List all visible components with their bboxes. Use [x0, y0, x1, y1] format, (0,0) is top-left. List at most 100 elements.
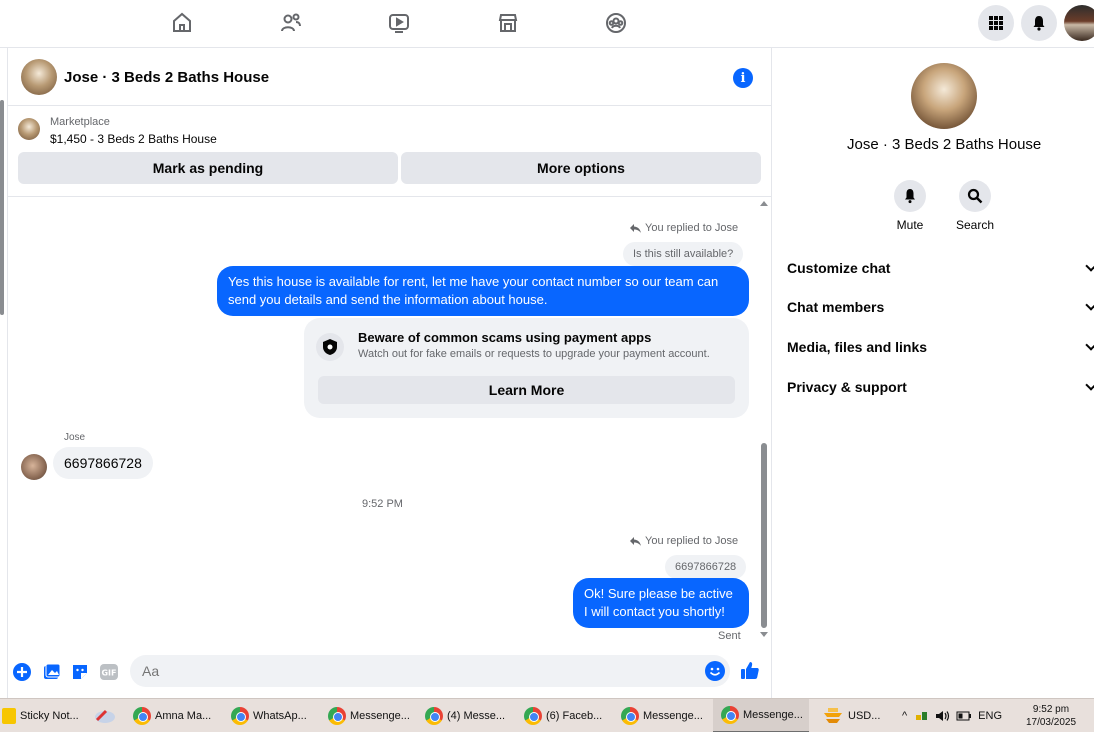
taskbar-item-chrome[interactable]: Amna Ma... [133, 699, 221, 732]
learn-more-button[interactable]: Learn More [318, 376, 735, 404]
groups-icon[interactable] [603, 10, 629, 36]
clock-date: 17/03/2025 [1025, 717, 1077, 728]
chat-info-panel: Jose · 3 Beds 2 Baths House Mute Search … [773, 48, 1094, 698]
listing-price-title[interactable]: $1,450 - 3 Beds 2 Baths House [50, 132, 217, 146]
taskbar-item-chrome[interactable]: (4) Messe... [425, 699, 515, 732]
reply-note: You replied to Jose [630, 222, 738, 234]
marketplace-icon[interactable] [495, 10, 521, 36]
profile-avatar[interactable] [1064, 5, 1094, 41]
left-scrollbar[interactable] [0, 48, 8, 698]
taskbar-item-label: WhatsAp... [253, 710, 307, 722]
battery-icon[interactable] [956, 711, 972, 721]
listing-thumbnail[interactable] [18, 118, 40, 140]
reply-note: You replied to Jose [630, 535, 738, 547]
messenger-window: Jose · 3 Beds 2 Baths House i Marketplac… [0, 0, 1094, 732]
chat-panel: Jose · 3 Beds 2 Baths House i Marketplac… [8, 48, 772, 698]
taskbar-item-chrome[interactable]: WhatsAp... [231, 699, 319, 732]
taskbar-item-sticky-notes[interactable]: Sticky Not... [2, 699, 84, 732]
chevron-down-icon [1085, 339, 1094, 351]
language-indicator[interactable]: ENG [978, 710, 1002, 722]
image-icon[interactable] [42, 662, 62, 682]
chevron-up-icon[interactable]: ^ [902, 710, 907, 722]
section-privacy-support[interactable]: Privacy & support [787, 369, 1094, 405]
chrome-icon [231, 707, 249, 725]
scroll-up-arrow-icon[interactable] [760, 201, 768, 206]
weather-label: USD... [848, 710, 881, 722]
volume-icon[interactable] [935, 710, 951, 722]
section-customize-chat[interactable]: Customize chat [787, 250, 1094, 286]
taskbar-item-label: (4) Messe... [447, 710, 506, 722]
video-icon[interactable] [386, 10, 412, 36]
quoted-message[interactable]: 6697866728 [665, 555, 747, 579]
emoji-icon[interactable] [705, 661, 725, 681]
left-scrollbar-thumb[interactable] [0, 100, 4, 315]
outgoing-message[interactable]: Yes this house is available for rent, le… [217, 266, 749, 316]
mute-label: Mute [896, 218, 924, 232]
message-timestamp: 9:52 PM [362, 498, 403, 510]
taskbar-weather[interactable]: USD... [822, 699, 888, 732]
top-navigation [0, 0, 1094, 48]
outgoing-message[interactable]: Ok! Sure please be active I will contact… [573, 578, 749, 628]
chevron-down-icon [1085, 299, 1094, 311]
friends-icon[interactable] [278, 10, 304, 36]
plus-icon[interactable] [12, 662, 32, 682]
search-icon[interactable] [959, 180, 991, 212]
scam-warning-subtitle: Watch out for fake emails or requests to… [358, 348, 710, 360]
message-scrollbar-thumb[interactable] [761, 443, 767, 628]
paint-app-icon [95, 709, 115, 723]
taskbar-item-label: Messenge... [350, 710, 410, 722]
sticky-notes-icon [2, 708, 16, 724]
outgoing-message-line: I will contact you shortly! [584, 604, 725, 619]
outgoing-message-line: Ok! Sure please be active [584, 586, 733, 601]
section-media-files-links[interactable]: Media, files and links [787, 329, 1094, 365]
taskbar-item-label: Amna Ma... [155, 710, 212, 722]
notifications-bell-icon[interactable] [1021, 5, 1057, 41]
mute-action[interactable]: Mute [886, 180, 934, 232]
marketplace-listing-banner: Marketplace $1,450 - 3 Beds 2 Baths Hous… [8, 107, 772, 197]
section-label: Customize chat [787, 260, 891, 276]
chat-avatar[interactable] [21, 59, 57, 95]
message-composer: GIF [8, 648, 772, 698]
chat-title[interactable]: Jose · 3 Beds 2 Baths House [64, 69, 269, 86]
menu-grid-icon[interactable] [978, 5, 1014, 41]
mark-as-pending-button[interactable]: Mark as pending [18, 152, 398, 184]
network-status-icon[interactable] [915, 709, 929, 723]
taskbar-item-chrome[interactable]: Messenge... [328, 699, 418, 732]
scroll-down-arrow-icon[interactable] [760, 632, 768, 637]
taskbar-item-chrome[interactable]: Messenge... [621, 699, 711, 732]
gif-icon[interactable]: GIF [99, 662, 119, 682]
search-label: Search [955, 218, 995, 232]
message-scrollbar[interactable] [758, 198, 770, 644]
sticker-icon[interactable] [70, 662, 90, 682]
reply-arrow-icon [630, 223, 641, 233]
more-options-button[interactable]: More options [401, 152, 761, 184]
taskbar-item-chrome[interactable]: (6) Faceb... [524, 699, 612, 732]
thumbs-up-icon[interactable] [740, 660, 760, 680]
chrome-icon [721, 706, 739, 724]
bell-icon[interactable] [894, 180, 926, 212]
shield-icon [316, 333, 344, 361]
taskbar: Sticky Not... Amna Ma... WhatsAp... Mess… [0, 698, 1094, 732]
chrome-icon [133, 707, 151, 725]
search-action[interactable]: Search [951, 180, 999, 232]
scam-warning-title: Beware of common scams using payment app… [358, 330, 652, 345]
home-icon[interactable] [169, 10, 195, 36]
currency-widget-icon [824, 708, 842, 723]
system-tray: ^ ENG [902, 699, 1022, 732]
message-input[interactable] [130, 655, 730, 687]
incoming-message[interactable]: 6697866728 [53, 447, 153, 479]
taskbar-item-chrome-active[interactable]: Messenge... [713, 699, 809, 732]
sender-avatar[interactable] [21, 454, 47, 480]
quoted-message[interactable]: Is this still available? [623, 242, 744, 266]
clock-time: 9:52 pm [1032, 704, 1070, 715]
reply-arrow-icon [630, 536, 641, 546]
section-chat-members[interactable]: Chat members [787, 289, 1094, 325]
info-panel-avatar[interactable] [911, 63, 977, 129]
taskbar-item-app[interactable] [94, 699, 124, 732]
info-icon[interactable]: i [733, 68, 753, 88]
clock[interactable]: 9:52 pm 17/03/2025 [1020, 699, 1082, 732]
taskbar-item-label: Messenge... [643, 710, 703, 722]
reply-note-text: You replied to Jose [645, 535, 739, 547]
svg-text:GIF: GIF [101, 669, 116, 678]
taskbar-item-label: Messenge... [743, 709, 803, 721]
